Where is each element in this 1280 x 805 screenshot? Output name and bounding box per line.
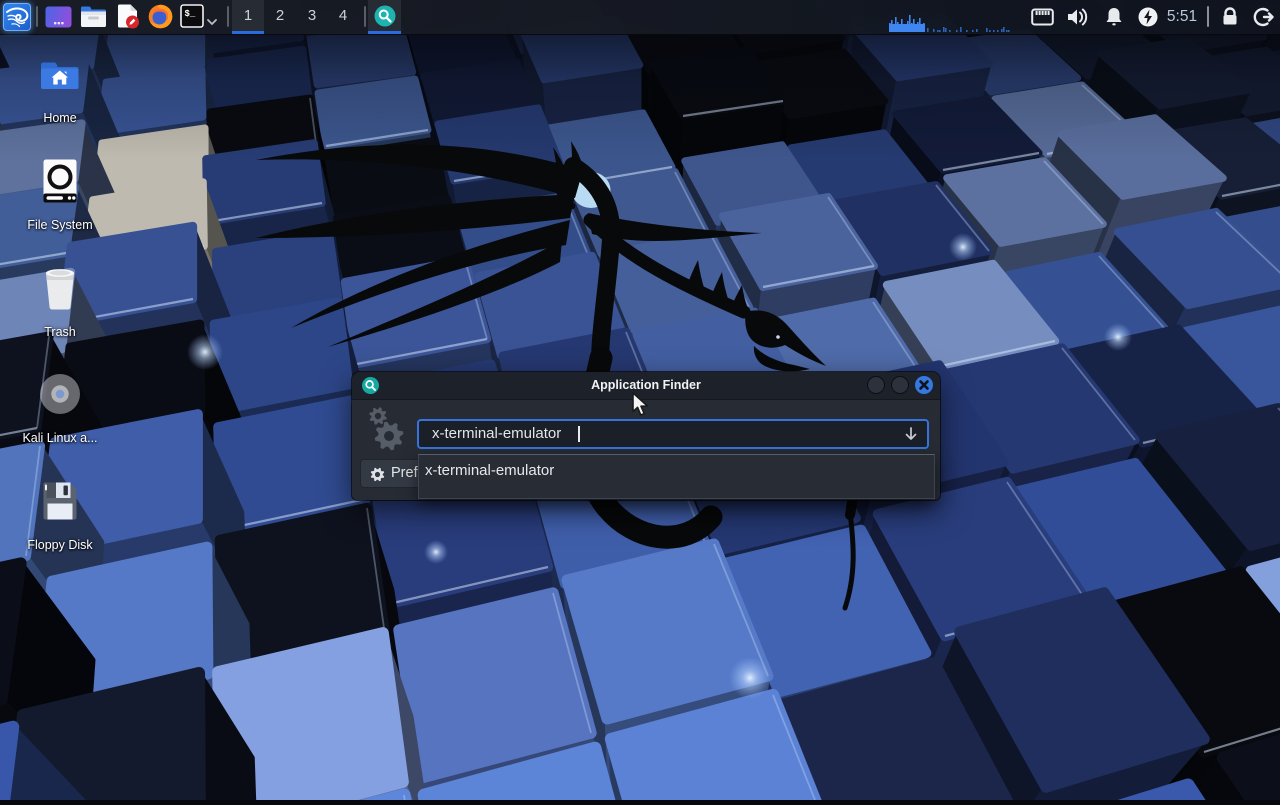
svg-text:$_: $_: [185, 9, 196, 19]
